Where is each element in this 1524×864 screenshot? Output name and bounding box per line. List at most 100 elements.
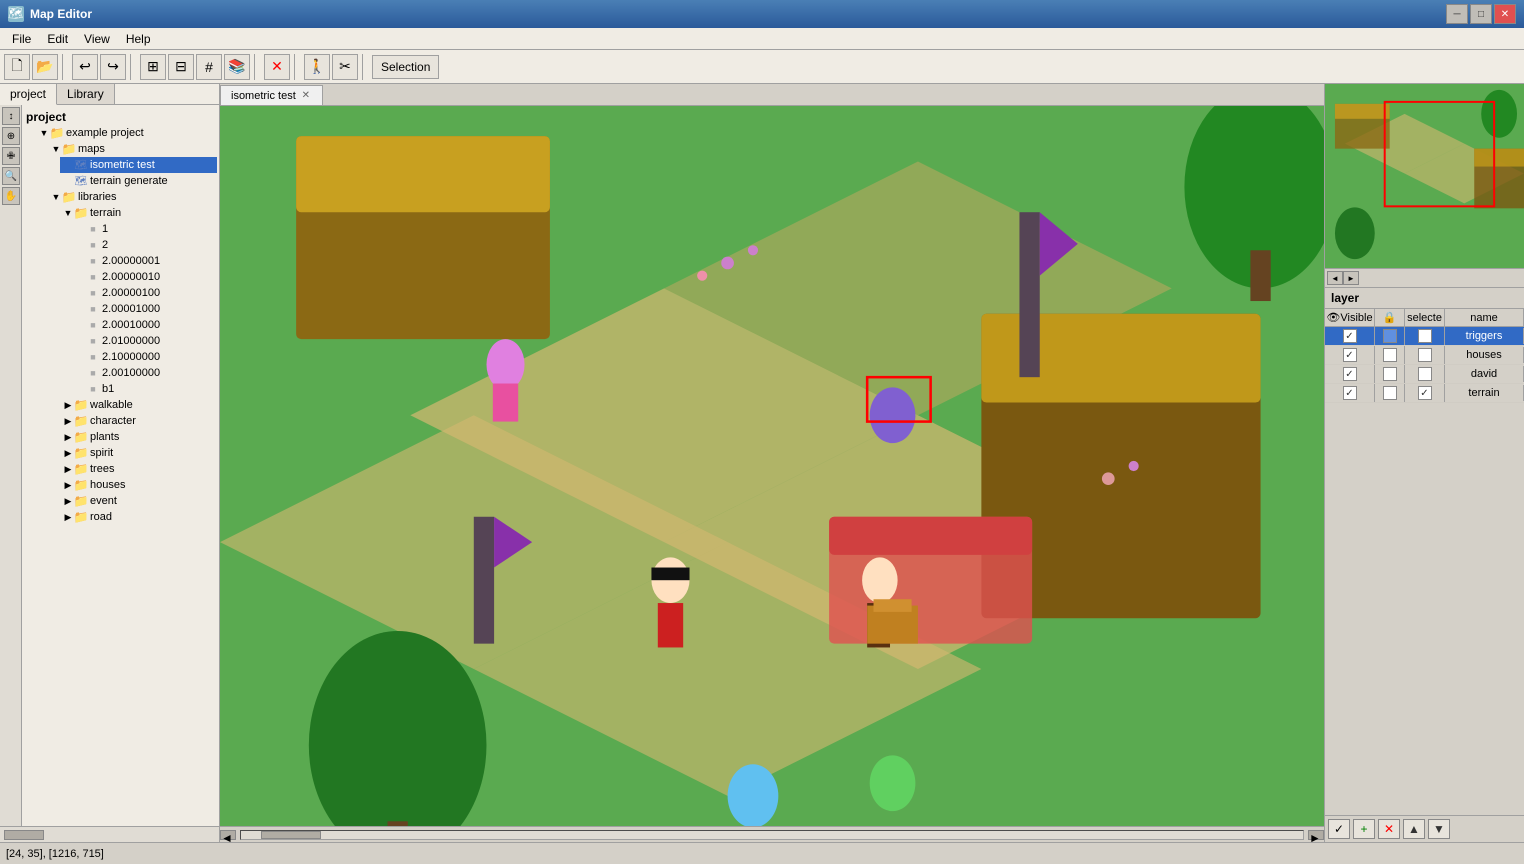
- tree-item-maps[interactable]: ▼ 📁 maps: [48, 141, 217, 157]
- minimap-scroll-right[interactable]: ►: [1343, 271, 1359, 285]
- redo-button[interactable]: ↪: [100, 54, 126, 80]
- close-map-button[interactable]: ✕: [264, 54, 290, 80]
- tree-item-isometric-test[interactable]: 🗺 isometric test: [60, 157, 217, 173]
- grid1-button[interactable]: ⊞: [140, 54, 166, 80]
- menu-file[interactable]: File: [4, 30, 39, 48]
- right-panel: ◄ ► layer 👁 Visible 🔒 selecte name: [1324, 84, 1524, 842]
- tree-item-t2_01000000[interactable]: ■ 2.01000000: [72, 333, 217, 349]
- map-canvas[interactable]: [220, 106, 1324, 826]
- tree-item-t2_10000000[interactable]: ■ 2.10000000: [72, 349, 217, 365]
- tree-item-terrain-generate[interactable]: 🗺 terrain generate: [60, 173, 217, 189]
- undo-button[interactable]: ↩: [72, 54, 98, 80]
- new-button[interactable]: 🗋: [4, 54, 30, 80]
- tree-item-spirit[interactable]: ▶ 📁 spirit: [60, 445, 217, 461]
- folder-icon: 📁: [50, 126, 64, 140]
- tree-item-t2_00010000[interactable]: ■ 2.00010000: [72, 317, 217, 333]
- tree-item-t1[interactable]: ■ 1: [72, 221, 217, 237]
- tree-item-t2_00100000[interactable]: ■ 2.00100000: [72, 365, 217, 381]
- scrollbar-thumb[interactable]: [261, 831, 321, 839]
- close-button[interactable]: ✕: [1494, 4, 1516, 24]
- expand-icon: ▶: [62, 432, 74, 443]
- tab-bar: isometric test ✕: [220, 84, 1324, 106]
- tool-zoom[interactable]: 🔍: [2, 167, 20, 185]
- tab-project[interactable]: project: [0, 84, 57, 105]
- grid2-button[interactable]: ⊟: [168, 54, 194, 80]
- tool-cross[interactable]: ✙: [2, 147, 20, 165]
- layer-row-houses[interactable]: houses: [1325, 346, 1524, 365]
- scroll-left-btn[interactable]: ◄: [220, 830, 236, 840]
- lock-check-david[interactable]: [1383, 367, 1397, 381]
- maximize-button[interactable]: □: [1470, 4, 1492, 24]
- tree-item-libraries[interactable]: ▼ 📁 libraries: [48, 189, 217, 205]
- layer-lock-triggers: [1375, 327, 1405, 345]
- tree-item-event[interactable]: ▶ 📁 event: [60, 493, 217, 509]
- layer-check-all-button[interactable]: ✓: [1328, 819, 1350, 839]
- lock-check-triggers[interactable]: [1383, 329, 1397, 343]
- menu-help[interactable]: Help: [118, 30, 159, 48]
- separator-5: [362, 54, 368, 80]
- tree-item-t2_00000001[interactable]: ■ 2.00000001: [72, 253, 217, 269]
- tool-resize[interactable]: ↕: [2, 107, 20, 125]
- statusbar: [24, 35], [1216, 715]: [0, 842, 1524, 864]
- cut-button[interactable]: ✂: [332, 54, 358, 80]
- tree-item-plants[interactable]: ▶ 📁 plants: [60, 429, 217, 445]
- visible-check-houses[interactable]: [1343, 348, 1357, 362]
- tree-item-character[interactable]: ▶ 📁 character: [60, 413, 217, 429]
- tree-item-example-project[interactable]: ▼ 📁 example project: [36, 125, 217, 141]
- open-button[interactable]: 📂: [32, 54, 58, 80]
- minimize-button[interactable]: ─: [1446, 4, 1468, 24]
- folder-icon: 📁: [62, 142, 76, 156]
- tree-item-t2[interactable]: ■ 2: [72, 237, 217, 253]
- scrollbar-track[interactable]: [240, 830, 1304, 840]
- layer-row-terrain[interactable]: terrain: [1325, 384, 1524, 403]
- app-icon: 🗺: [8, 6, 24, 22]
- tree-item-road[interactable]: ▶ 📁 road: [60, 509, 217, 525]
- tree-item-t2_00001000[interactable]: ■ 2.00001000: [72, 301, 217, 317]
- horizontal-scrollbar[interactable]: ◄ ►: [220, 826, 1324, 842]
- visible-check-triggers[interactable]: [1343, 329, 1357, 343]
- tab-close-icon[interactable]: ✕: [300, 90, 312, 102]
- toolbar: 🗋 📂 ↩ ↪ ⊞ ⊟ # 📚 ✕ 🚶 ✂ Selection: [0, 50, 1524, 84]
- scroll-right-btn[interactable]: ►: [1308, 830, 1324, 840]
- select-check-triggers[interactable]: [1418, 329, 1432, 343]
- visible-check-david[interactable]: [1343, 367, 1357, 381]
- tree-item-houses[interactable]: ▶ 📁 houses: [60, 477, 217, 493]
- lock-check-terrain[interactable]: [1383, 386, 1397, 400]
- layer-up-button[interactable]: ▲: [1403, 819, 1425, 839]
- layer-lock-terrain: [1375, 384, 1405, 402]
- minimap-scroll-left[interactable]: ◄: [1327, 271, 1343, 285]
- select-check-terrain[interactable]: [1418, 386, 1432, 400]
- lib-button[interactable]: 📚: [224, 54, 250, 80]
- main-area: project Library ↕ ⊕ ✙ 🔍 ✋ project ▼ 📁 ex…: [0, 84, 1524, 842]
- layer-row-david[interactable]: david: [1325, 365, 1524, 384]
- lock-check-houses[interactable]: [1383, 348, 1397, 362]
- tree-label: terrain generate: [90, 175, 168, 187]
- layer-row-triggers[interactable]: triggers: [1325, 327, 1524, 346]
- tab-isometric-test[interactable]: isometric test ✕: [220, 85, 323, 105]
- tree-item-t2_00000100[interactable]: ■ 2.00000100: [72, 285, 217, 301]
- hash-button[interactable]: #: [196, 54, 222, 80]
- menu-edit[interactable]: Edit: [39, 30, 76, 48]
- tree-item-b1[interactable]: ■ b1: [72, 381, 217, 397]
- left-panel-scrollbar[interactable]: [0, 826, 219, 842]
- tool-add[interactable]: ⊕: [2, 127, 20, 145]
- iso-scene: [220, 106, 1324, 826]
- tab-library[interactable]: Library: [57, 84, 115, 104]
- select-check-houses[interactable]: [1418, 348, 1432, 362]
- tree-item-terrain[interactable]: ▼ 📁 terrain: [60, 205, 217, 221]
- layer-add-button[interactable]: +: [1353, 819, 1375, 839]
- tree-item-walkable[interactable]: ▶ 📁 walkable: [60, 397, 217, 413]
- minimap-scene: [1325, 84, 1524, 268]
- select-check-david[interactable]: [1418, 367, 1432, 381]
- layer-delete-button[interactable]: ✕: [1378, 819, 1400, 839]
- app-title: Map Editor: [30, 7, 1446, 21]
- tree-label: 1: [102, 223, 108, 235]
- coordinates-label: [24, 35], [1216, 715]: [6, 848, 104, 860]
- walk-button[interactable]: 🚶: [304, 54, 330, 80]
- layer-down-button[interactable]: ▼: [1428, 819, 1450, 839]
- menu-view[interactable]: View: [76, 30, 118, 48]
- tree-item-t2_00000010[interactable]: ■ 2.00000010: [72, 269, 217, 285]
- tree-item-trees[interactable]: ▶ 📁 trees: [60, 461, 217, 477]
- tool-hand[interactable]: ✋: [2, 187, 20, 205]
- visible-check-terrain[interactable]: [1343, 386, 1357, 400]
